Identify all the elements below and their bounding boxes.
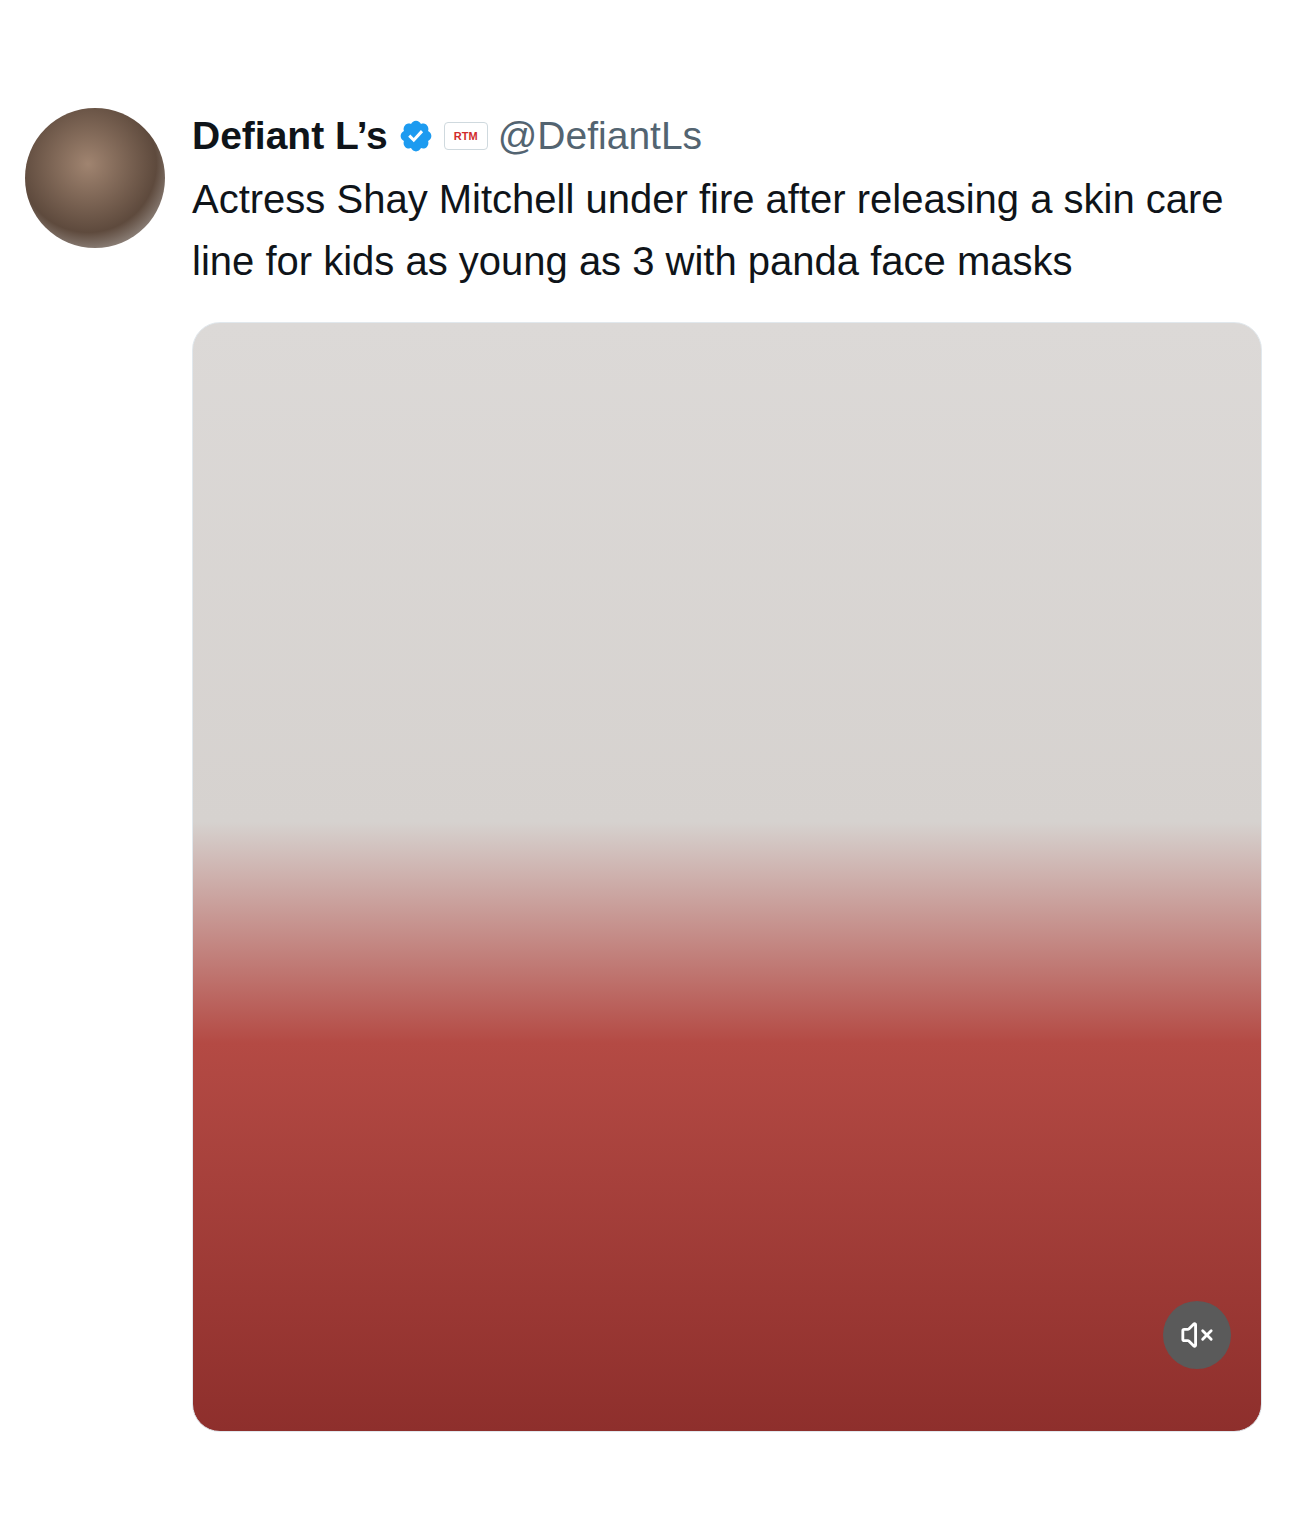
author-name[interactable]: Defiant L’s [192,112,388,160]
tweet: Defiant L’s RTM @DefiantLs Actress Shay Mit… [0,0,1289,1432]
tweet-media[interactable] [192,322,1262,1432]
tweet-text: Actress Shay Mitchell under fire after r… [192,168,1262,292]
muted-speaker-icon [1180,1318,1214,1352]
tweet-page: Defiant L’s RTM @DefiantLs Actress Shay Mit… [0,0,1289,1529]
affiliation-badge[interactable]: RTM [444,122,488,150]
author-avatar[interactable] [25,108,165,248]
mute-button[interactable] [1163,1301,1231,1369]
tweet-body: Defiant L’s RTM @DefiantLs Actress Shay Mit… [192,108,1262,1432]
tweet-header: Defiant L’s RTM @DefiantLs [192,110,1262,162]
author-handle[interactable]: @DefiantLs [498,112,702,160]
verified-badge-icon [398,118,434,154]
